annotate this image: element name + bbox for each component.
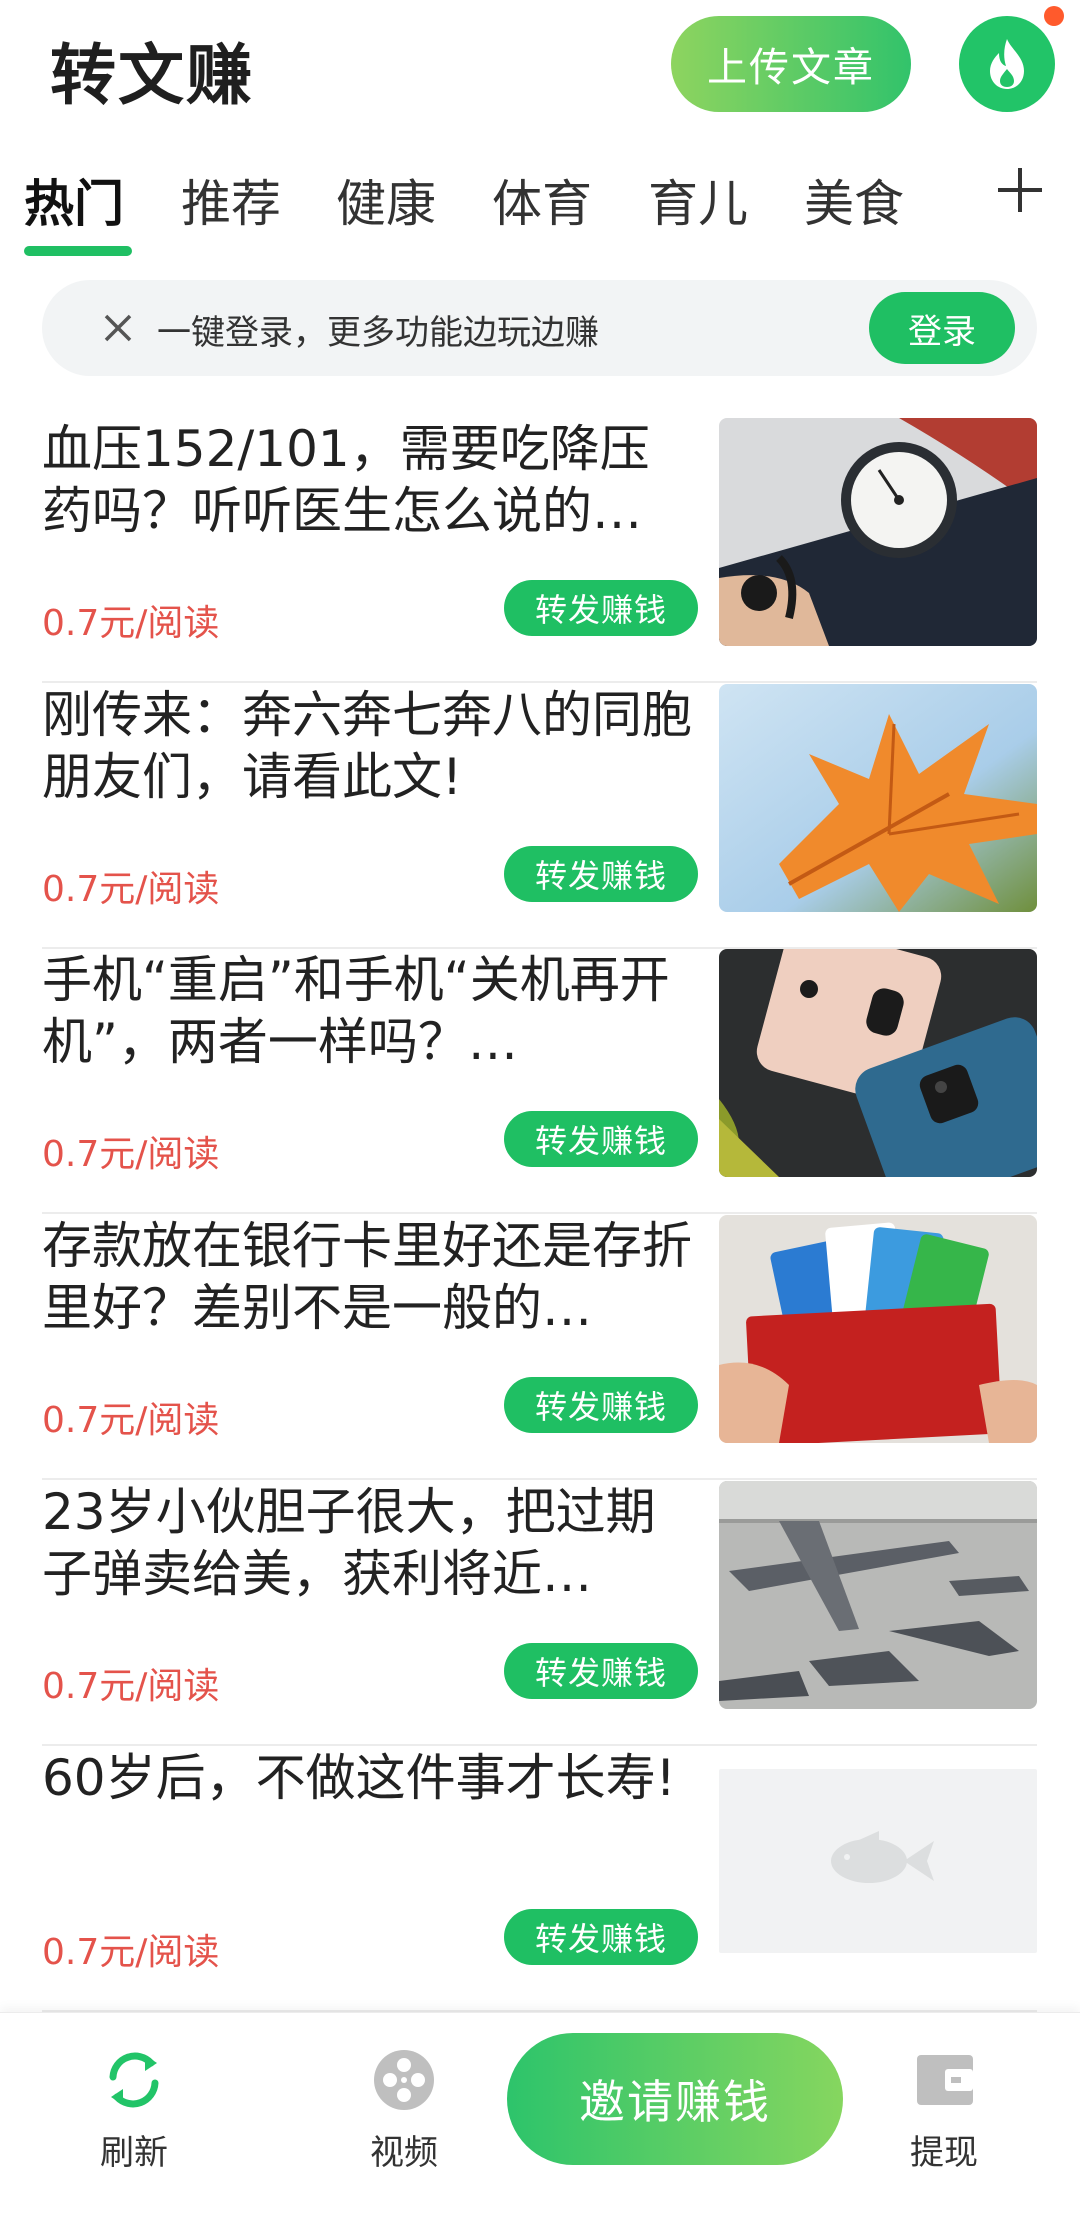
tab-hot[interactable]: 热门 bbox=[24, 164, 124, 236]
login-banner-text: 一键登录，更多功能边玩边赚 bbox=[157, 313, 599, 353]
article-item[interactable]: 23岁小伙胆子很大，把过期子弹卖给美，获利将近… 0.7元/阅读 转发赚钱 bbox=[42, 1481, 1037, 1746]
tab-recommend[interactable]: 推荐 bbox=[181, 164, 281, 236]
article-price: 0.7元/阅读 bbox=[42, 1666, 220, 1707]
active-tab-indicator bbox=[24, 246, 132, 256]
article-title[interactable]: 60岁后，不做这件事才长寿! bbox=[42, 1747, 692, 1809]
nav-video-label: 视频 bbox=[370, 2133, 438, 2173]
article-thumbnail[interactable] bbox=[719, 949, 1037, 1177]
article-title[interactable]: 存款放在银行卡里好还是存折里好？差别不是一般的… bbox=[42, 1215, 692, 1339]
share-earn-button[interactable]: 转发赚钱 bbox=[504, 1643, 698, 1699]
article-thumbnail[interactable] bbox=[719, 684, 1037, 912]
article-price: 0.7元/阅读 bbox=[42, 603, 220, 644]
maple-leaf-image bbox=[719, 684, 1037, 912]
login-banner: 一键登录，更多功能边玩边赚 登录 bbox=[42, 280, 1037, 376]
article-price: 0.7元/阅读 bbox=[42, 1400, 220, 1441]
app-title: 转文赚 bbox=[50, 37, 254, 114]
nav-withdraw[interactable]: 提现 bbox=[874, 2047, 1014, 2197]
placeholder-fish-image bbox=[719, 1769, 1037, 1953]
article-title[interactable]: 刚传来：奔六奔七奔八的同胞朋友们，请看此文! bbox=[42, 684, 692, 808]
blood-pressure-gauge-image bbox=[719, 418, 1037, 646]
tab-parenting[interactable]: 育儿 bbox=[648, 164, 748, 236]
article-item[interactable]: 存款放在银行卡里好还是存折里好？差别不是一般的… 0.7元/阅读 转发赚钱 bbox=[42, 1215, 1037, 1480]
add-tab-icon[interactable] bbox=[990, 160, 1050, 220]
share-earn-button[interactable]: 转发赚钱 bbox=[504, 1377, 698, 1433]
invite-earn-button[interactable]: 邀请赚钱 bbox=[507, 2033, 843, 2165]
article-title[interactable]: 血压152/101，需要吃降压药吗？听听医生怎么说的… bbox=[42, 418, 692, 542]
tab-food[interactable]: 美食 bbox=[804, 164, 904, 236]
share-earn-button[interactable]: 转发赚钱 bbox=[504, 1111, 698, 1167]
article-price: 0.7元/阅读 bbox=[42, 1932, 220, 1973]
tab-sports[interactable]: 体育 bbox=[492, 164, 592, 236]
article-item[interactable]: 刚传来：奔六奔七奔八的同胞朋友们，请看此文! 0.7元/阅读 转发赚钱 bbox=[42, 684, 1037, 949]
article-thumbnail[interactable] bbox=[719, 1215, 1037, 1443]
nav-refresh-label: 刷新 bbox=[100, 2133, 168, 2173]
article-title[interactable]: 23岁小伙胆子很大，把过期子弹卖给美，获利将近… bbox=[42, 1481, 692, 1605]
article-thumbnail[interactable] bbox=[719, 1769, 1037, 1953]
divider bbox=[42, 1478, 1037, 1480]
smartphones-image bbox=[719, 949, 1037, 1177]
category-tabs: 热门 推荐 健康 体育 育儿 美食 bbox=[0, 150, 1080, 260]
article-item[interactable]: 手机“重启”和手机“关机再开机”，两者一样吗？… 0.7元/阅读 转发赚钱 bbox=[42, 949, 1037, 1214]
wallet-icon bbox=[917, 2055, 973, 2105]
military-aircraft-image bbox=[719, 1481, 1037, 1709]
article-thumbnail[interactable] bbox=[719, 418, 1037, 646]
upload-article-button[interactable]: 上传文章 bbox=[671, 16, 911, 112]
share-earn-button[interactable]: 转发赚钱 bbox=[504, 1909, 698, 1965]
flame-icon bbox=[990, 39, 1024, 89]
nav-withdraw-label: 提现 bbox=[910, 2133, 978, 2173]
film-reel-icon bbox=[374, 2050, 434, 2110]
app-header: 转文赚 上传文章 bbox=[0, 0, 1080, 130]
divider bbox=[42, 681, 1037, 683]
notification-dot bbox=[1044, 6, 1064, 26]
nav-video[interactable]: 视频 bbox=[334, 2047, 474, 2197]
article-item[interactable]: 血压152/101，需要吃降压药吗？听听医生怎么说的… 0.7元/阅读 转发赚钱 bbox=[42, 418, 1037, 683]
article-price: 0.7元/阅读 bbox=[42, 1134, 220, 1175]
share-earn-button[interactable]: 转发赚钱 bbox=[504, 580, 698, 636]
refresh-icon bbox=[109, 2052, 159, 2108]
tab-health[interactable]: 健康 bbox=[336, 164, 436, 236]
divider bbox=[42, 1212, 1037, 1214]
article-price: 0.7元/阅读 bbox=[42, 869, 220, 910]
bottom-navigation: 刷新 视频 邀请赚钱 提现 bbox=[0, 2012, 1080, 2217]
share-earn-button[interactable]: 转发赚钱 bbox=[504, 846, 698, 902]
bank-cards-passbook-image bbox=[719, 1215, 1037, 1443]
article-item[interactable]: 60岁后，不做这件事才长寿! 0.7元/阅读 转发赚钱 bbox=[42, 1747, 1037, 2012]
article-title[interactable]: 手机“重启”和手机“关机再开机”，两者一样吗？… bbox=[42, 949, 692, 1073]
close-icon[interactable] bbox=[100, 310, 136, 346]
login-button[interactable]: 登录 bbox=[869, 292, 1015, 364]
divider bbox=[42, 1744, 1037, 1746]
article-thumbnail[interactable] bbox=[719, 1481, 1037, 1709]
hot-button[interactable] bbox=[959, 16, 1055, 112]
nav-refresh[interactable]: 刷新 bbox=[64, 2047, 204, 2197]
